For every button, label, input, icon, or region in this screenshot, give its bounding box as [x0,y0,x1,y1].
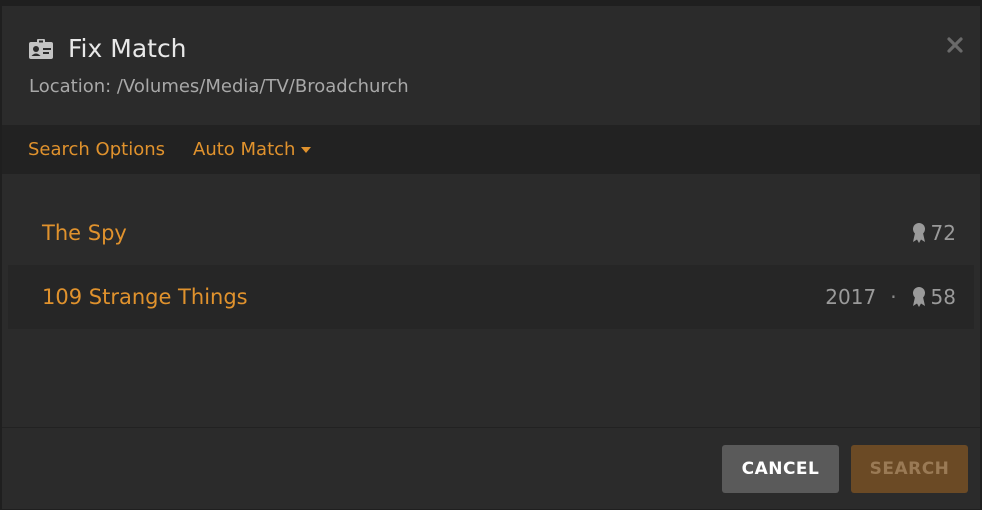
title-row: Fix Match [28,34,187,64]
result-score: 72 [930,221,956,245]
match-toolbar: Search Options Auto Match [2,125,980,174]
caret-down-icon [301,146,312,153]
id-card-icon [29,39,53,59]
dialog-header: Fix Match Location: /Volumes/Media/TV/Br… [2,6,980,124]
fix-match-dialog: Fix Match Location: /Volumes/Media/TV/Br… [2,6,980,509]
result-meta: 72 [911,221,956,245]
award-ribbon-icon [912,223,925,243]
result-score: 58 [930,285,956,309]
result-title: 109 Strange Things [42,285,248,309]
match-results-list: The Spy 72 109 Strange Things 2017 · 58 [8,201,974,329]
location-path: Location: /Volumes/Media/TV/Broadchurch [29,76,409,97]
result-row[interactable]: 109 Strange Things 2017 · 58 [8,265,974,329]
close-icon[interactable] [944,34,966,56]
result-row[interactable]: The Spy 72 [8,201,974,265]
cancel-button[interactable]: CANCEL [722,445,839,493]
result-meta: 2017 · 58 [825,285,956,309]
search-options-label: Search Options [28,139,166,160]
dialog-footer: CANCEL SEARCH [2,427,980,510]
result-year: 2017 [825,285,877,309]
dialog-title: Fix Match [68,34,187,63]
search-options-link[interactable]: Search Options [28,139,165,160]
award-ribbon-icon [912,287,925,307]
result-title: The Spy [42,221,127,245]
auto-match-label: Auto Match [193,139,296,160]
auto-match-dropdown[interactable]: Auto Match [193,139,312,160]
search-button[interactable]: SEARCH [851,445,968,493]
meta-separator: · [890,285,897,309]
